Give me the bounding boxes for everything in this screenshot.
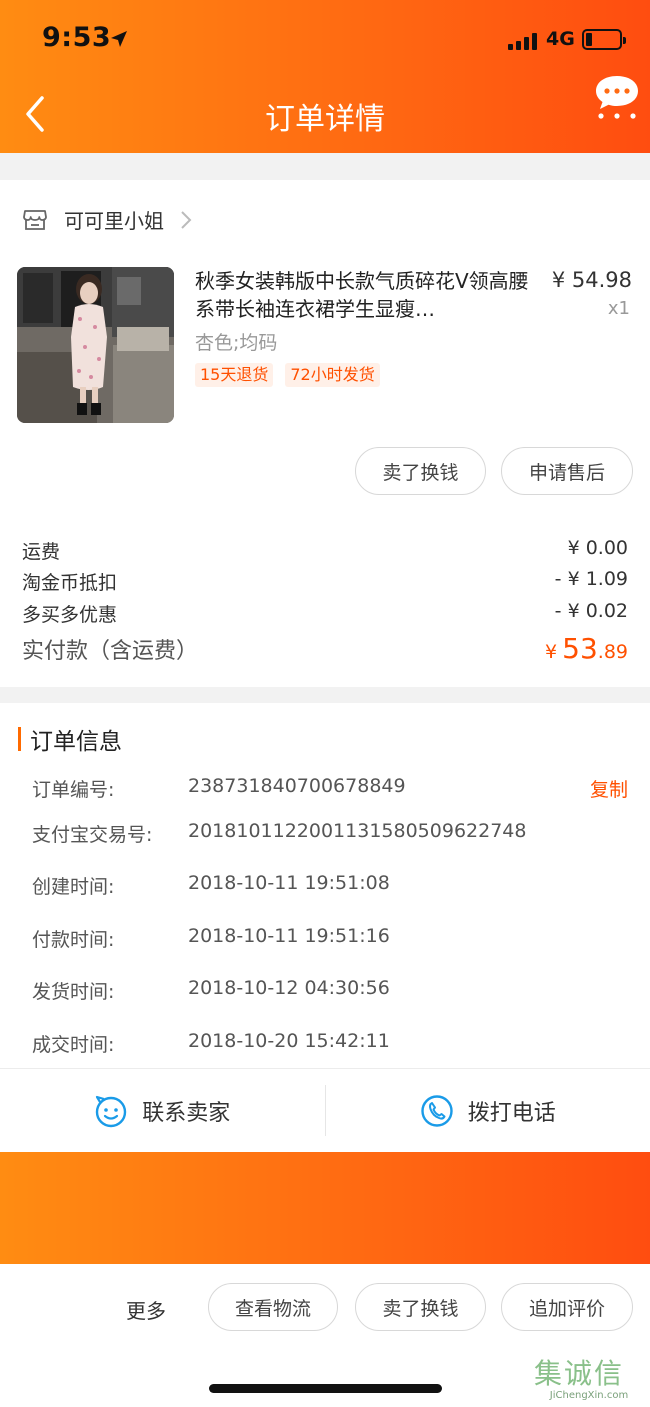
fee-row-discount: 多买多优惠 - ¥ 0.02	[22, 600, 628, 627]
info-value: 2018101122001131580509622748	[188, 820, 527, 842]
info-value: 2018-10-12 04:30:56	[188, 977, 390, 999]
info-label: 付款时间:	[32, 929, 115, 951]
product-title[interactable]: 秋季女装韩版中长款气质碎花V领高腰系带长袖连衣裙学生显瘦…	[195, 267, 535, 323]
phone-icon	[421, 1094, 453, 1127]
total-label: 实付款（含运费）	[22, 639, 199, 664]
fee-label: 淘金币抵扣	[22, 572, 118, 594]
total-currency: ¥	[544, 641, 558, 663]
fee-label: 多买多优惠	[22, 604, 118, 626]
contact-bar: 联系卖家 拨打电话	[0, 1068, 650, 1152]
watermark-logo: 集诚信 JiChengXin.com	[534, 1358, 644, 1404]
contact-seller-button[interactable]: 联系卖家	[0, 1069, 325, 1152]
tag-return: 15天退货	[195, 363, 274, 387]
info-value: 2018-10-11 19:51:08	[188, 872, 390, 894]
header: 9:53 4G 订单详情	[0, 0, 650, 153]
service-tags: 15天退货 72小时发货	[195, 363, 380, 387]
order-info-header: 订单信息	[18, 722, 122, 756]
info-label: 成交时间:	[32, 1034, 115, 1056]
store-name: 可可里小姐	[64, 209, 164, 233]
watermark-en: JiChengXin.com	[549, 1390, 629, 1401]
view-logistics-button[interactable]: 查看物流	[208, 1283, 338, 1331]
info-label: 支付宝交易号:	[32, 824, 153, 846]
fee-label: 运费	[22, 541, 61, 563]
info-label: 发货时间:	[32, 981, 115, 1003]
contact-seller-label: 联系卖家	[142, 1100, 231, 1126]
total-decimal: .89	[597, 641, 628, 663]
signal-icon	[508, 32, 537, 50]
fee-value: - ¥ 0.02	[554, 600, 628, 622]
info-value: 2018-10-11 19:51:16	[188, 925, 390, 947]
total-row: 实付款（含运费） ¥ 53.89	[22, 632, 628, 665]
sell-for-cash-button[interactable]: 卖了换钱	[355, 447, 486, 495]
after-sale-button[interactable]: 申请售后	[501, 447, 633, 495]
more-button[interactable]: 更多	[126, 1295, 166, 1324]
fee-row-coin: 淘金币抵扣 - ¥ 1.09	[22, 568, 628, 595]
network-type: 4G	[546, 28, 575, 50]
store-link[interactable]: 可可里小姐	[22, 205, 192, 234]
home-indicator	[209, 1384, 442, 1393]
product-image[interactable]	[17, 267, 174, 423]
copy-button[interactable]: 复制	[590, 775, 628, 802]
fee-value: ¥ 0.00	[567, 537, 628, 559]
info-label: 创建时间:	[32, 876, 115, 898]
more-message-icon[interactable]	[594, 74, 640, 120]
product-sku: 杏色;均码	[195, 332, 278, 354]
chevron-right-icon	[181, 210, 192, 229]
total-integer: 53	[562, 632, 598, 665]
section-accent-bar	[18, 727, 21, 751]
call-phone-label: 拨打电话	[467, 1100, 556, 1126]
page-title: 订单详情	[265, 102, 385, 137]
status-time: 9:53	[42, 22, 112, 53]
info-value: 2018-10-20 15:42:11	[188, 1030, 390, 1052]
product-price: ¥ 54.98	[551, 268, 632, 292]
chat-face-icon	[96, 1095, 127, 1127]
watermark-cn: 集诚信	[534, 1357, 625, 1390]
tag-shipping: 72小时发货	[285, 363, 380, 387]
call-phone-button[interactable]: 拨打电话	[326, 1069, 650, 1152]
store-icon	[23, 209, 47, 230]
info-value: 238731840700678849	[188, 775, 406, 797]
add-review-button[interactable]: 追加评价	[501, 1283, 633, 1331]
location-arrow-icon	[111, 31, 127, 47]
order-info-title: 订单信息	[30, 729, 122, 755]
info-label: 订单编号:	[32, 779, 115, 801]
product-quantity: x1	[607, 298, 630, 319]
sell-for-cash-bottom-button[interactable]: 卖了换钱	[355, 1283, 486, 1331]
fee-value: - ¥ 1.09	[554, 568, 628, 590]
total-amount: ¥ 53.89	[545, 632, 628, 665]
fee-row-shipping: 运费 ¥ 0.00	[22, 537, 628, 564]
battery-icon	[582, 29, 626, 50]
promo-banner[interactable]	[0, 1152, 650, 1264]
